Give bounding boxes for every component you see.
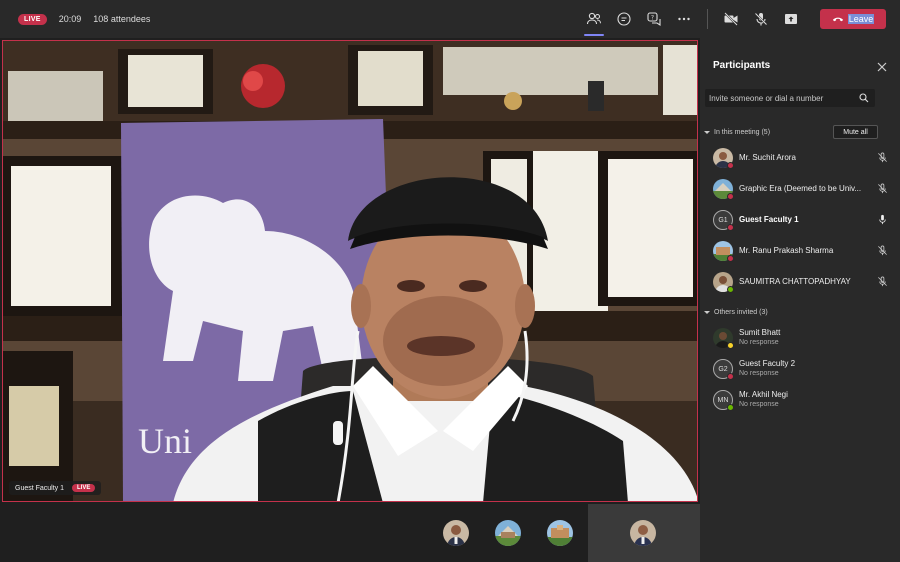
search-icon[interactable] [859, 93, 869, 103]
participant-row[interactable]: G1 Guest Faculty 1 [700, 206, 900, 234]
participant-row[interactable]: Mr. Suchit Arora [700, 144, 900, 172]
video-stage: Uni Guest Faculty 1 LIVE [0, 38, 700, 562]
invite-status: No response [739, 370, 779, 377]
thumbnail-avatar[interactable] [547, 520, 573, 546]
participant-name: Mr. Akhil Negi [739, 390, 788, 399]
live-badge: LIVE [18, 13, 47, 25]
toolbar-divider [707, 9, 708, 29]
participant-name: Guest Faculty 2 [739, 359, 796, 368]
svg-text:?: ? [651, 15, 654, 22]
in-meeting-section-toggle[interactable]: In this meeting (5) [704, 129, 770, 136]
others-invited-section-toggle[interactable]: Others invited (3) [704, 309, 768, 316]
qa-icon[interactable]: ? [641, 6, 667, 32]
invited-row[interactable]: Sumit Bhatt No response [700, 324, 900, 352]
mic-muted-icon[interactable] [877, 276, 888, 287]
invite-status: No response [739, 339, 779, 346]
avatar [713, 272, 734, 293]
main-video[interactable]: Uni Guest Faculty 1 LIVE [2, 40, 698, 502]
attendee-count: 108 attendees [93, 14, 151, 24]
status-available-dot [727, 404, 734, 411]
speaker-name: Guest Faculty 1 [15, 484, 65, 492]
participant-name: Mr. Suchit Arora [739, 153, 796, 162]
mic-muted-icon[interactable] [877, 152, 888, 163]
status-busy-dot [727, 162, 734, 169]
invited-row[interactable]: MN Mr. Akhil Negi No response [700, 386, 900, 414]
camera-off-icon[interactable] [718, 6, 744, 32]
video-thumbnail-strip [0, 504, 700, 562]
avatar: G2 [713, 359, 734, 380]
participant-name: Guest Faculty 1 [739, 215, 799, 224]
leave-button[interactable]: Leave [820, 9, 886, 29]
participant-row[interactable]: Mr. Ranu Prakash Sharma [700, 237, 900, 265]
svg-text:Uni: Uni [138, 421, 192, 461]
participant-row[interactable]: Graphic Era (Deemed to be Univ... [700, 175, 900, 203]
close-icon[interactable] [876, 61, 888, 73]
participant-name: SAUMITRA CHATTOPADHYAY [739, 277, 851, 286]
avatar [713, 179, 734, 200]
avatar: G1 [713, 210, 734, 231]
status-busy-dot [727, 193, 734, 200]
speaker-live-badge: LIVE [72, 484, 96, 492]
status-available-dot [727, 286, 734, 293]
meeting-toolbar: LIVE 20:09 108 attendees ? Leave [0, 0, 900, 38]
chevron-down-icon [704, 131, 710, 134]
participant-row[interactable]: SAUMITRA CHATTOPADHYAY [700, 268, 900, 296]
mic-muted-icon[interactable] [877, 183, 888, 194]
others-invited-label: Others invited (3) [714, 309, 768, 316]
status-away-dot [727, 342, 734, 349]
status-busy-dot [727, 373, 734, 380]
mic-muted-icon[interactable] [877, 245, 888, 256]
speaker-video-image: Uni [3, 41, 697, 501]
participants-icon[interactable] [581, 6, 607, 36]
invite-input[interactable] [705, 89, 875, 107]
speaker-name-tag: Guest Faculty 1 LIVE [9, 481, 102, 495]
avatar: MN [713, 390, 734, 411]
chat-icon[interactable] [611, 6, 637, 32]
status-busy-dot [727, 224, 734, 231]
share-icon[interactable] [778, 6, 804, 32]
self-avatar [630, 520, 656, 546]
leave-label: Leave [847, 14, 875, 24]
participant-name: Graphic Era (Deemed to be Univ... [739, 184, 862, 193]
thumbnail-avatar[interactable] [495, 520, 521, 546]
avatar [713, 328, 734, 349]
avatar [713, 148, 734, 169]
mic-off-icon[interactable] [748, 6, 774, 32]
hang-up-icon [832, 17, 843, 22]
participants-panel: Participants In this meeting (5) Mute al… [700, 38, 900, 562]
invited-row[interactable]: G2 Guest Faculty 2 No response [700, 355, 900, 383]
meeting-timer: 20:09 [58, 14, 82, 24]
in-meeting-label: In this meeting (5) [714, 129, 771, 136]
self-video-tile[interactable] [588, 504, 700, 562]
avatar [713, 241, 734, 262]
mic-on-icon[interactable] [877, 214, 888, 225]
participant-name: Mr. Ranu Prakash Sharma [739, 246, 834, 255]
invite-status: No response [739, 401, 779, 408]
mute-all-button[interactable]: Mute all [833, 125, 878, 139]
chevron-down-icon [704, 311, 710, 314]
participant-name: Sumit Bhatt [739, 328, 781, 337]
thumbnail-avatar[interactable] [443, 520, 469, 546]
status-busy-dot [727, 255, 734, 262]
panel-title: Participants [713, 60, 771, 71]
more-icon[interactable] [671, 6, 697, 32]
